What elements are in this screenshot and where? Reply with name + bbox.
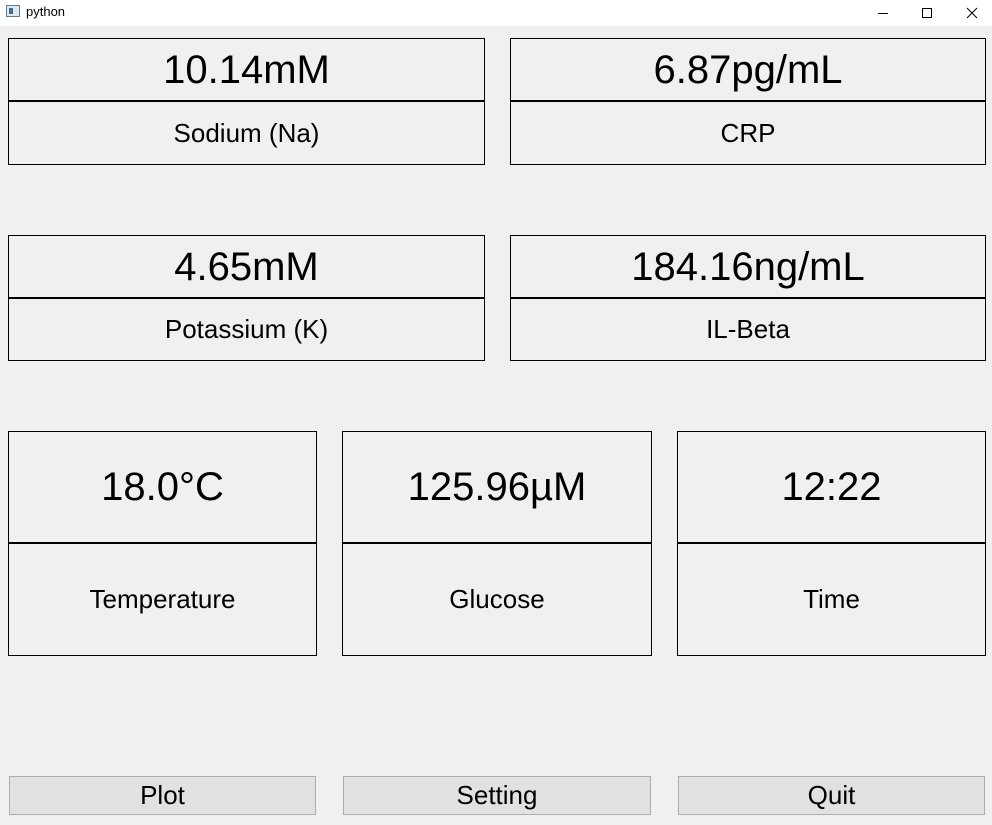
crp-label: CRP	[720, 117, 776, 148]
close-icon	[966, 7, 978, 19]
crp-value: 6.87pg/mL	[653, 47, 843, 92]
sodium-value: 10.14mM	[163, 47, 330, 92]
window-title: python	[26, 4, 66, 19]
plot-button[interactable]: Plot	[9, 776, 316, 815]
il-beta-value: 184.16ng/mL	[631, 244, 865, 289]
time-value: 12:22	[781, 465, 882, 509]
glucose-value: 125.96µM	[407, 465, 587, 509]
potassium-panel: 4.65mM Potassium (K)	[8, 235, 485, 361]
potassium-label: Potassium (K)	[164, 314, 329, 344]
il-beta-panel: 184.16ng/mL IL-Beta	[510, 235, 986, 361]
minimize-icon	[878, 13, 888, 14]
temperature-panel: 18.0°C Temperature	[8, 431, 317, 656]
maximize-icon	[922, 8, 932, 18]
minimize-button[interactable]	[861, 0, 905, 26]
il-beta-label: IL-Beta	[706, 314, 790, 344]
time-label: Time	[803, 584, 860, 614]
sodium-panel: 10.14mM Sodium (Na)	[8, 38, 485, 165]
title-bar: python	[0, 0, 992, 26]
glucose-label: Glucose	[449, 584, 545, 614]
potassium-value: 4.65mM	[174, 244, 319, 289]
quit-button[interactable]: Quit	[678, 776, 985, 815]
crp-panel: 6.87pg/mL CRP	[510, 38, 986, 165]
close-button[interactable]	[950, 0, 992, 26]
sodium-label: Sodium (Na)	[173, 117, 320, 148]
maximize-button[interactable]	[905, 0, 949, 26]
glucose-panel: 125.96µM Glucose	[342, 431, 652, 656]
app-icon	[6, 5, 20, 17]
time-panel: 12:22 Time	[677, 431, 986, 656]
temperature-value: 18.0°C	[101, 465, 224, 509]
temperature-label: Temperature	[89, 584, 236, 614]
setting-button[interactable]: Setting	[343, 776, 651, 815]
